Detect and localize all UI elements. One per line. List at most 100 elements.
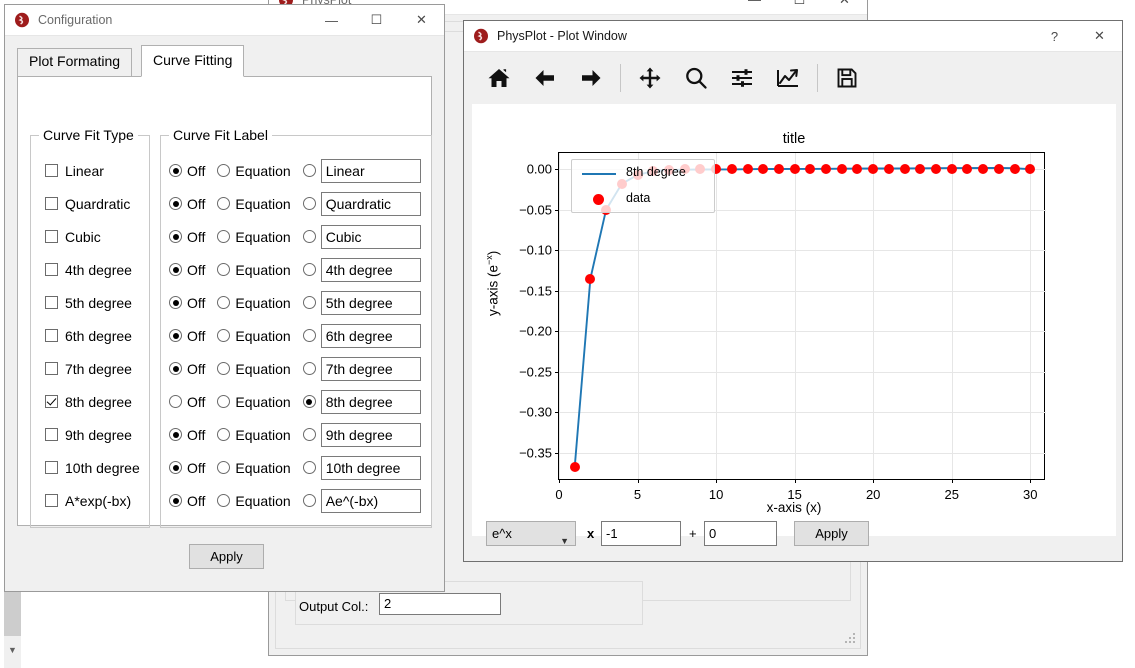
radio-off[interactable] — [169, 296, 182, 309]
tab-curve-fitting[interactable]: Curve Fitting — [141, 45, 245, 77]
radio-off[interactable] — [169, 395, 182, 408]
tab-plot-formating[interactable]: Plot Formating — [17, 48, 133, 77]
checkbox-8th-degree[interactable] — [45, 395, 58, 408]
checkbox-row-8th-degree[interactable]: 8th degree — [31, 385, 149, 418]
help-button[interactable]: ? — [1032, 21, 1077, 51]
checkbox-row-5th-degree[interactable]: 5th degree — [31, 286, 149, 319]
custom-label-input[interactable]: 5th degree — [320, 290, 421, 315]
plot-window[interactable]: PhysPlot - Plot Window ? ✕ title 0.00 −0… — [463, 20, 1123, 562]
radio-equation[interactable] — [217, 428, 231, 441]
radio-custom[interactable] — [302, 395, 316, 408]
custom-label-input[interactable]: Cubic — [320, 224, 421, 249]
subplot-sliders-icon[interactable] — [719, 55, 765, 101]
radio-off[interactable] — [169, 428, 182, 441]
minimize-button[interactable]: — — [732, 0, 777, 14]
radio-equation[interactable] — [217, 395, 231, 408]
custom-label-input[interactable]: Ae^(-bx) — [320, 488, 421, 513]
checkbox-row-7th-degree[interactable]: 7th degree — [31, 352, 149, 385]
resize-grip[interactable] — [845, 633, 857, 645]
custom-label-input[interactable]: 6th degree — [320, 323, 421, 348]
forward-arrow-icon[interactable] — [568, 55, 614, 101]
radio-custom[interactable] — [302, 230, 316, 243]
custom-label-input[interactable]: 8th degree — [320, 389, 421, 414]
radio-custom[interactable] — [302, 329, 316, 342]
offset-input[interactable]: 0 — [704, 521, 777, 546]
minimize-button[interactable]: — — [309, 5, 354, 35]
checkbox-row-10th-degree[interactable]: 10th degree — [31, 451, 149, 484]
checkbox-row-aexpbx[interactable]: A*exp(-bx) — [31, 484, 149, 517]
radio-custom[interactable] — [302, 362, 316, 375]
radio-equation[interactable] — [217, 296, 231, 309]
checkbox-row-quardratic[interactable]: Quardratic — [31, 187, 149, 220]
radio-off[interactable] — [169, 263, 182, 276]
radio-equation[interactable] — [217, 329, 231, 342]
custom-label-input[interactable]: 9th degree — [320, 422, 421, 447]
zoom-magnifier-icon[interactable] — [673, 55, 719, 101]
custom-label-input[interactable]: 4th degree — [320, 257, 421, 282]
configuration-window[interactable]: Configuration — ☐ ✕ Plot Formating Curve… — [4, 4, 445, 592]
radio-off[interactable] — [169, 461, 182, 474]
radio-custom[interactable] — [302, 263, 316, 276]
custom-label-input[interactable]: 10th degree — [320, 455, 421, 480]
checkbox-linear[interactable] — [45, 164, 58, 177]
back-arrow-icon[interactable] — [522, 55, 568, 101]
radio-equation[interactable] — [217, 263, 231, 276]
checkbox-row-4th-degree[interactable]: 4th degree — [31, 253, 149, 286]
radio-off[interactable] — [169, 197, 182, 210]
function-select[interactable]: e^x ▼ — [486, 521, 576, 546]
checkbox-cubic[interactable] — [45, 230, 58, 243]
close-button[interactable]: ✕ — [1077, 21, 1122, 51]
checkbox-row-9th-degree[interactable]: 9th degree — [31, 418, 149, 451]
checkbox-quardratic[interactable] — [45, 197, 58, 210]
checkbox-6th-degree[interactable] — [45, 329, 58, 342]
close-button[interactable]: ✕ — [822, 0, 867, 14]
checkbox-row-linear[interactable]: Linear — [31, 154, 149, 187]
radio-custom[interactable] — [302, 164, 316, 177]
checkbox-row-6th-degree[interactable]: 6th degree — [31, 319, 149, 352]
radio-off[interactable] — [169, 494, 182, 507]
radio-custom[interactable] — [302, 494, 316, 507]
radio-custom[interactable] — [302, 428, 316, 441]
custom-label-input[interactable]: 7th degree — [320, 356, 421, 381]
apply-button[interactable]: Apply — [189, 544, 264, 569]
radio-equation[interactable] — [217, 197, 231, 210]
edit-curve-icon[interactable] — [765, 55, 811, 101]
output-col-field[interactable]: 2 — [379, 593, 501, 615]
checkbox-aexpbx[interactable] — [45, 494, 58, 507]
radio-equation[interactable] — [217, 461, 231, 474]
checkbox-5th-degree[interactable] — [45, 296, 58, 309]
chart-plot-area[interactable]: 0.00 −0.05 −0.10 −0.15 −0.20 −0.25 −0.30 −0.35 0… — [519, 152, 1046, 502]
chevron-down-icon[interactable]: ▼ — [4, 641, 21, 658]
plot-canvas[interactable]: title 0.00 −0.05 −0.10 −0.15 −0.20 −0.25 −0.30… — [472, 104, 1116, 536]
pan-move-icon[interactable] — [627, 55, 673, 101]
close-button[interactable]: ✕ — [399, 5, 444, 35]
radio-custom[interactable] — [302, 296, 316, 309]
vertical-scrollbar[interactable]: ▼ — [4, 592, 21, 668]
radio-equation[interactable] — [217, 494, 231, 507]
plot-window-titlebar[interactable]: PhysPlot - Plot Window ? ✕ — [464, 21, 1122, 52]
checkbox-4th-degree[interactable] — [45, 263, 58, 276]
custom-label-input[interactable]: Quardratic — [320, 191, 421, 216]
maximize-button[interactable]: ☐ — [354, 5, 399, 35]
chart-legend[interactable]: 8th degree data — [571, 159, 715, 213]
radio-custom[interactable] — [302, 461, 316, 474]
scrollbar-thumb[interactable] — [4, 592, 21, 636]
checkbox-row-cubic[interactable]: Cubic — [31, 220, 149, 253]
radio-off[interactable] — [169, 362, 182, 375]
coefficient-input[interactable]: -1 — [601, 521, 681, 546]
configuration-titlebar[interactable]: Configuration — ☐ ✕ — [5, 5, 444, 36]
radio-equation[interactable] — [217, 230, 231, 243]
checkbox-9th-degree[interactable] — [45, 428, 58, 441]
maximize-button[interactable]: ☐ — [777, 0, 822, 14]
radio-equation[interactable] — [217, 164, 231, 177]
checkbox-7th-degree[interactable] — [45, 362, 58, 375]
radio-custom[interactable] — [302, 197, 316, 210]
custom-label-input[interactable]: Linear — [320, 158, 421, 183]
radio-off[interactable] — [169, 164, 182, 177]
radio-equation[interactable] — [217, 362, 231, 375]
radio-off[interactable] — [169, 230, 182, 243]
save-floppy-icon[interactable] — [824, 55, 870, 101]
home-icon[interactable] — [476, 55, 522, 101]
checkbox-10th-degree[interactable] — [45, 461, 58, 474]
transform-apply-button[interactable]: Apply — [794, 521, 869, 546]
